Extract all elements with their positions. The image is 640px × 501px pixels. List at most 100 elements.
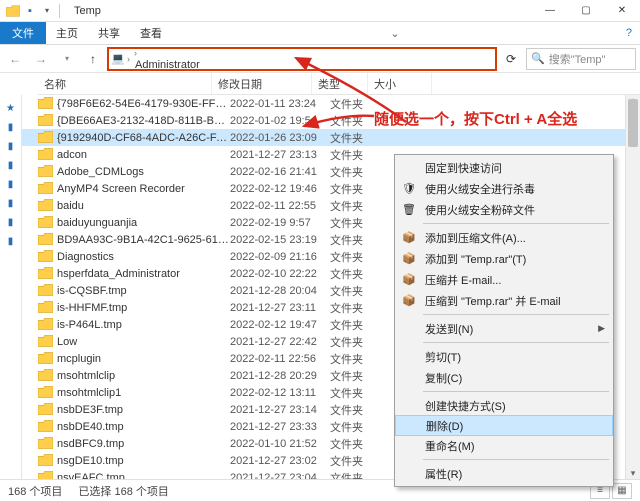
menu-pin[interactable]: 固定到快速访问 bbox=[395, 157, 613, 178]
menu-add-temp-rar[interactable]: 📦添加到 "Temp.rar"(T) bbox=[395, 248, 613, 269]
folder-icon bbox=[38, 369, 53, 382]
folder-icon bbox=[38, 131, 53, 144]
drive-icon[interactable]: ▮ bbox=[8, 236, 14, 247]
col-name[interactable]: 名称 bbox=[38, 73, 212, 94]
breadcrumb[interactable]: 💻 › 此电脑›M.2系统盘 (C:)›用户›Administrator›App… bbox=[108, 48, 496, 70]
file-type: 文件夹 bbox=[330, 232, 386, 248]
file-date: 2021-12-27 22:42 bbox=[230, 336, 330, 348]
folder-icon bbox=[38, 318, 53, 331]
file-type: 文件夹 bbox=[330, 334, 386, 350]
file-name: nsbDE3F.tmp bbox=[57, 404, 230, 416]
menu-add-archive[interactable]: 📦添加到压缩文件(A)... bbox=[395, 227, 613, 248]
menu-compress-email[interactable]: 📦压缩并 E-mail... bbox=[395, 269, 613, 290]
file-type: 文件夹 bbox=[330, 164, 386, 180]
tab-file[interactable]: 文件 bbox=[0, 22, 46, 44]
file-date: 2022-02-12 13:11 bbox=[230, 387, 330, 399]
search-icon: 🔍 bbox=[531, 52, 545, 65]
file-date: 2022-01-26 23:09 bbox=[230, 132, 330, 144]
nav-forward[interactable]: → bbox=[30, 48, 52, 70]
annotation-text: 随便选一个，按下Ctrl + A全选 bbox=[374, 108, 577, 129]
tab-view[interactable]: 查看 bbox=[130, 25, 172, 41]
file-name: adcon bbox=[57, 149, 230, 161]
menu-rename[interactable]: 重命名(M) bbox=[395, 435, 613, 456]
menu-copy[interactable]: 复制(C) bbox=[395, 367, 613, 388]
nav-history[interactable]: ▾ bbox=[56, 48, 78, 70]
shred-icon: 🗑 bbox=[401, 202, 417, 218]
drive-icon[interactable]: ▮ bbox=[8, 160, 14, 171]
file-name: baidu bbox=[57, 200, 230, 212]
crumb[interactable]: Administrator bbox=[132, 59, 211, 70]
folder-icon bbox=[38, 97, 53, 110]
folder-icon bbox=[38, 403, 53, 416]
view-icons-button[interactable]: ▦ bbox=[612, 483, 632, 499]
archive-icon: 📦 bbox=[401, 251, 417, 267]
nav-refresh[interactable]: ⟳ bbox=[500, 48, 522, 70]
menu-properties[interactable]: 属性(R) bbox=[395, 463, 613, 484]
file-name: Diagnostics bbox=[57, 251, 230, 263]
menu-huorong-shred[interactable]: 🗑使用火绒安全粉碎文件 bbox=[395, 199, 613, 220]
scrollbar[interactable]: ▴ ▾ bbox=[625, 95, 640, 483]
ribbon-expand-icon[interactable]: ⌄ bbox=[382, 27, 407, 40]
menu-create-shortcut[interactable]: 创建快捷方式(S) bbox=[395, 395, 613, 416]
col-type[interactable]: 类型 bbox=[312, 73, 368, 94]
qat-dropdown[interactable]: ▾ bbox=[40, 4, 54, 18]
file-type: 文件夹 bbox=[330, 419, 386, 435]
drive-icon[interactable]: ▮ bbox=[8, 141, 14, 152]
search-input[interactable]: 🔍 搜索"Temp" bbox=[526, 48, 636, 70]
file-name: msohtmlclip bbox=[57, 370, 230, 382]
tab-share[interactable]: 共享 bbox=[88, 25, 130, 41]
folder-icon bbox=[6, 4, 20, 18]
archive-icon: 📦 bbox=[401, 272, 417, 288]
file-type: 文件夹 bbox=[330, 351, 386, 367]
folder-icon bbox=[38, 233, 53, 246]
context-menu: 固定到快速访问 🛡使用火绒安全进行杀毒 🗑使用火绒安全粉碎文件 📦添加到压缩文件… bbox=[394, 154, 614, 487]
file-date: 2022-01-02 19:54 bbox=[230, 115, 330, 127]
file-name: BD9AA93C-9B1A-42C1-9625-6156DA... bbox=[57, 234, 230, 246]
folder-icon bbox=[38, 148, 53, 161]
quickaccess-icon[interactable]: ★ bbox=[6, 103, 15, 114]
scroll-thumb[interactable] bbox=[628, 99, 638, 147]
drive-icon[interactable]: ▮ bbox=[8, 122, 14, 133]
menu-huorong-scan[interactable]: 🛡使用火绒安全进行杀毒 bbox=[395, 178, 613, 199]
file-date: 2022-02-19 9:57 bbox=[230, 217, 330, 229]
search-placeholder: 搜索"Temp" bbox=[549, 51, 606, 67]
help-icon[interactable]: ? bbox=[618, 27, 640, 39]
folder-icon bbox=[38, 250, 53, 263]
folder-icon bbox=[38, 352, 53, 365]
folder-icon bbox=[38, 335, 53, 348]
nav-pane[interactable]: ★ ▮ ▮ ▮ ▮ ▮ ▮ ▮ bbox=[0, 95, 22, 483]
file-date: 2022-02-10 22:22 bbox=[230, 268, 330, 280]
file-type: 文件夹 bbox=[330, 453, 386, 469]
folder-icon bbox=[38, 182, 53, 195]
file-name: nsgDE10.tmp bbox=[57, 455, 230, 467]
col-size[interactable]: 大小 bbox=[368, 73, 432, 94]
shield-icon: 🛡 bbox=[401, 181, 417, 197]
folder-icon bbox=[38, 301, 53, 314]
folder-icon bbox=[38, 420, 53, 433]
file-type: 文件夹 bbox=[330, 181, 386, 197]
drive-icon[interactable]: ▮ bbox=[8, 198, 14, 209]
navbar: ← → ▾ ↑ 💻 › 此电脑›M.2系统盘 (C:)›用户›Administr… bbox=[0, 45, 640, 73]
titlebar: ▪ ▾ Temp — ▢ ✕ bbox=[0, 0, 640, 22]
file-type: 文件夹 bbox=[330, 436, 386, 452]
close-button[interactable]: ✕ bbox=[604, 0, 640, 22]
menu-delete[interactable]: 删除(D) bbox=[395, 415, 613, 436]
folder-icon bbox=[38, 437, 53, 450]
tab-home[interactable]: 主页 bbox=[46, 25, 88, 41]
file-type: 文件夹 bbox=[330, 198, 386, 214]
max-button[interactable]: ▢ bbox=[568, 0, 604, 22]
menu-compress-rar-email[interactable]: 📦压缩到 "Temp.rar" 并 E-mail bbox=[395, 290, 613, 311]
drive-icon[interactable]: ▮ bbox=[8, 179, 14, 190]
nav-back[interactable]: ← bbox=[4, 48, 26, 70]
menu-cut[interactable]: 剪切(T) bbox=[395, 346, 613, 367]
col-date[interactable]: 修改日期 bbox=[212, 73, 312, 94]
file-type: 文件夹 bbox=[330, 317, 386, 333]
min-button[interactable]: — bbox=[532, 0, 568, 22]
nav-up[interactable]: ↑ bbox=[82, 48, 104, 70]
table-row[interactable]: {9192940D-CF68-4ADC-A26C-FAB274...2022-0… bbox=[22, 129, 640, 146]
file-type: 文件夹 bbox=[330, 300, 386, 316]
drive-icon[interactable]: ▮ bbox=[8, 217, 14, 228]
menu-send-to[interactable]: 发送到(N)▶ bbox=[395, 318, 613, 339]
file-name: {798F6E62-54E6-4179-930E-FFD4F53... bbox=[57, 98, 230, 110]
folder-icon bbox=[38, 114, 53, 127]
